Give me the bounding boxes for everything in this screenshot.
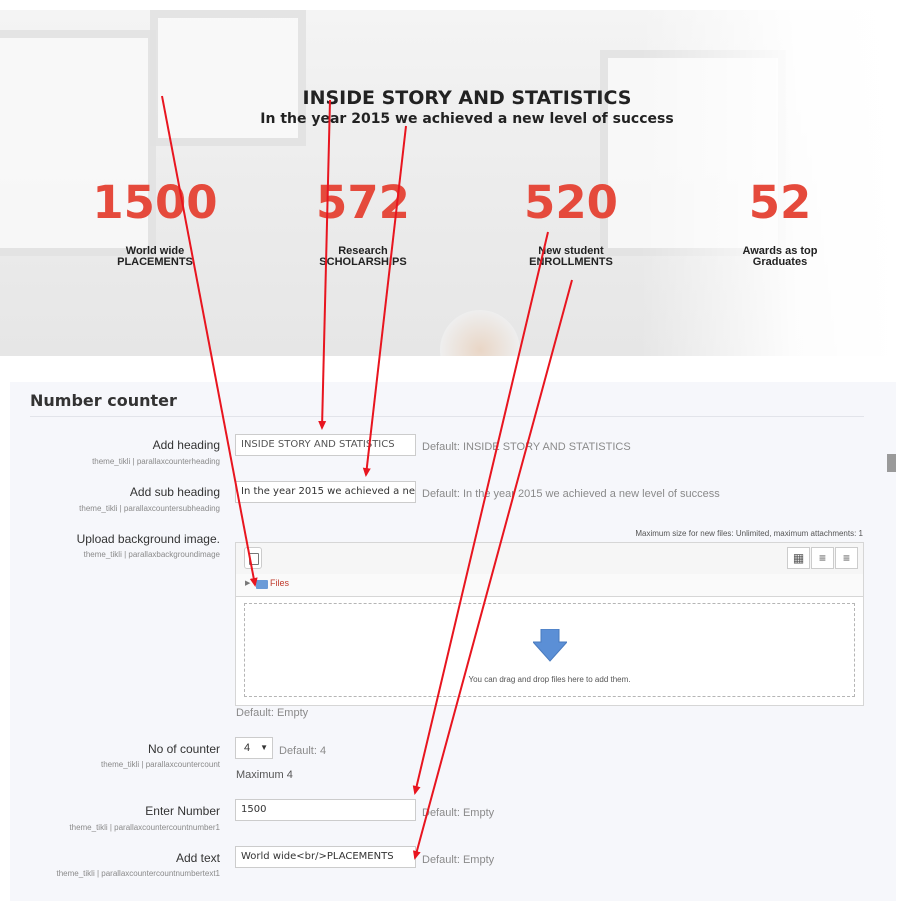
arrow-to-upload [161, 95, 258, 587]
arrow-to-subheading [362, 125, 407, 477]
annotation-arrows [161, 95, 573, 860]
arrow-to-number [412, 231, 549, 795]
arrow-to-heading [318, 99, 331, 430]
arrow-to-text [412, 279, 573, 860]
